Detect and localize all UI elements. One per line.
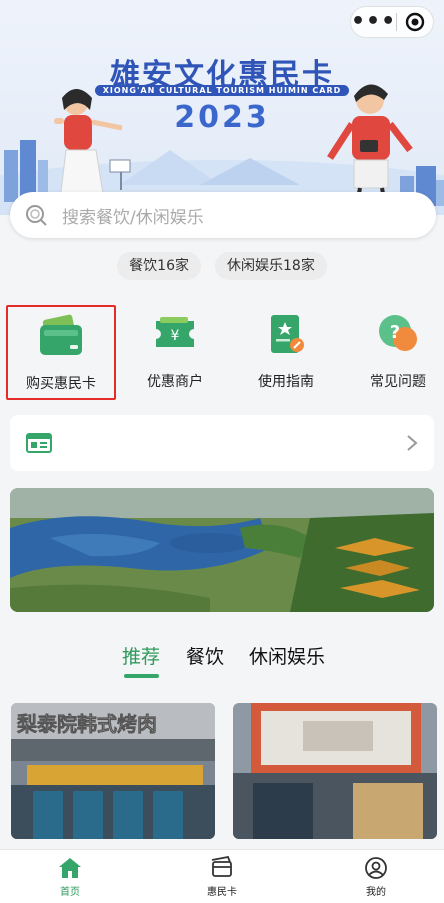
banner-year: 2023 [174, 100, 270, 135]
card-icon [211, 856, 232, 877]
quick-usage-guide[interactable]: 使用指南 [231, 305, 341, 391]
quick-buy-card[interactable]: 购买惠民卡 [6, 305, 116, 400]
category-chips: 餐饮16家 休闲娱乐18家 [0, 252, 444, 280]
search-icon [26, 205, 47, 226]
faq-chat-icon: ? [379, 315, 417, 351]
coupon-ticket-icon: ¥ [156, 317, 194, 347]
search-placeholder: 搜索餐饮/休闲娱乐 [62, 207, 204, 228]
home-icon [59, 858, 81, 878]
svg-text:¥: ¥ [171, 328, 180, 344]
quick-menu: 购买惠民卡 ¥ 优惠商户 使用指南 ? 常见问题 [0, 305, 444, 400]
quick-label: 优惠商户 [147, 374, 203, 390]
quick-label: 常见问题 [370, 374, 426, 390]
miniprogram-capsule: ••• [350, 6, 434, 38]
svg-text:?: ? [390, 322, 400, 343]
more-menu-button[interactable]: ••• [351, 8, 396, 36]
user-icon [365, 857, 387, 879]
guide-book-icon [271, 315, 304, 353]
nav-home[interactable]: 首页 [30, 856, 110, 898]
banner-subtitle: XIONG'AN CULTURAL TOURISM HUIMIN CARD [0, 85, 444, 96]
header-banner: ••• 雄安文化惠民卡 XIONG'AN CULTURAL TOURISM HU… [0, 0, 444, 215]
nav-label: 惠民卡 [207, 887, 237, 898]
tab-leisure[interactable]: 休闲娱乐 [249, 642, 325, 669]
card-wallet-icon [40, 314, 82, 355]
quick-label: 使用指南 [258, 374, 314, 390]
target-circle-icon [405, 12, 425, 32]
content-tabs: 推荐 餐饮 休闲娱乐 [0, 642, 444, 682]
search-bar[interactable]: 搜索餐饮/休闲娱乐 [10, 192, 436, 238]
merchant-card[interactable] [233, 703, 437, 839]
quick-label: 购买惠民卡 [26, 376, 96, 392]
chevron-right-icon [407, 435, 418, 451]
storefront-image [233, 703, 437, 839]
promo-banner-image[interactable] [10, 488, 434, 612]
quick-discount-merchants[interactable]: ¥ 优惠商户 [120, 305, 230, 391]
storefront-image: 梨泰院韩式烤肉 [11, 703, 215, 839]
storefront-sign: 梨泰院韩式烤肉 [17, 712, 157, 736]
quick-faq[interactable]: ? 常见问题 [343, 305, 444, 391]
nav-mine[interactable]: 我的 [336, 856, 416, 898]
merchant-card[interactable]: 梨泰院韩式烤肉 [11, 703, 215, 839]
announcement-bar[interactable] [10, 415, 434, 471]
close-miniprogram-button[interactable] [397, 12, 433, 32]
tab-dining[interactable]: 餐饮 [186, 642, 224, 669]
nav-label: 首页 [60, 887, 80, 898]
news-icon [26, 433, 52, 453]
tab-recommended[interactable]: 推荐 [122, 642, 160, 669]
bottom-tab-bar: 首页 惠民卡 我的 [0, 849, 444, 903]
nav-label: 我的 [366, 887, 386, 898]
active-tab-indicator [124, 674, 159, 678]
nav-card[interactable]: 惠民卡 [182, 856, 262, 898]
scenic-lake-image [10, 488, 434, 612]
chip-leisure[interactable]: 休闲娱乐18家 [215, 252, 327, 280]
chip-dining[interactable]: 餐饮16家 [117, 252, 201, 280]
